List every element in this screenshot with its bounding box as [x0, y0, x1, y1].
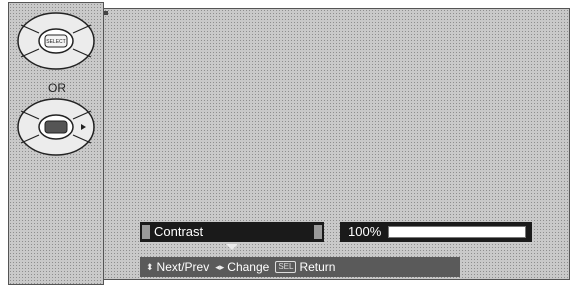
select-button-text: SELECT [46, 39, 65, 45]
contrast-value-box[interactable]: 100% [340, 222, 532, 242]
remote-instructions-panel: SELECT OR [8, 2, 104, 285]
help-bar: ⬍ Next/Prev ◂▸ Change SEL Return [140, 257, 460, 277]
next-prev-hint: ⬍ Next/Prev [146, 260, 209, 274]
down-arrow-icon [226, 244, 238, 250]
left-cap-icon [142, 225, 150, 239]
change-hint: ◂▸ Change [215, 260, 269, 274]
contrast-setting-box[interactable]: Contrast [140, 222, 324, 242]
sel-button-icon: SEL [275, 261, 297, 273]
change-label: Change [227, 260, 270, 274]
contrast-slider-fill [389, 227, 525, 237]
screen-marker [104, 11, 108, 15]
remote-right-arrow-diagram [15, 97, 97, 157]
or-label: OR [48, 81, 66, 95]
return-hint: SEL Return [275, 260, 335, 274]
contrast-value: 100% [348, 224, 382, 239]
left-right-arrow-icon: ◂▸ [215, 261, 225, 272]
remote-select-diagram: SELECT [15, 11, 97, 71]
contrast-slider[interactable] [388, 226, 526, 238]
next-prev-label: Next/Prev [156, 260, 210, 274]
right-cap-icon [314, 225, 322, 239]
contrast-label: Contrast [154, 224, 204, 239]
tv-screen: Contrast 100% ⬍ Next/Prev ◂▸ Change SEL … [103, 8, 570, 280]
up-down-arrow-icon: ⬍ [146, 261, 154, 272]
return-label: Return [299, 260, 336, 274]
